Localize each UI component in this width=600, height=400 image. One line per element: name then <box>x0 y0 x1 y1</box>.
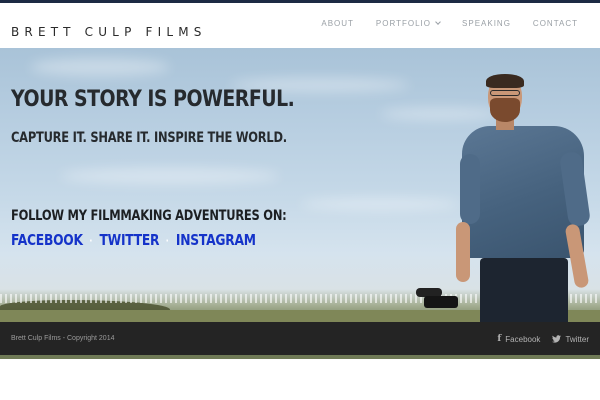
hero-banner: YOUR STORY IS POWERFUL. CAPTURE IT. SHAR… <box>0 48 600 322</box>
nav-item-about[interactable]: ABOUT <box>321 19 354 28</box>
sky-cloud <box>60 168 280 184</box>
main-nav: ABOUT PORTFOLIO SPEAKING CONTACT <box>321 19 578 28</box>
facebook-icon: f <box>497 334 502 344</box>
filmmaker-photo <box>416 74 600 322</box>
person-forearm <box>456 222 470 282</box>
twitter-icon <box>552 335 562 343</box>
glasses-icon <box>490 90 520 96</box>
facebook-link[interactable]: FACEBOOK <box>11 231 83 249</box>
person-hair <box>486 74 524 88</box>
footer-link-label: Twitter <box>565 334 589 344</box>
hero-social-links: FACEBOOK · TWITTER · INSTAGRAM <box>11 231 256 249</box>
camera-icon <box>416 288 466 310</box>
copyright-text: Brett Culp Films - Copyright 2014 <box>11 335 115 342</box>
person-beard <box>490 98 520 122</box>
twitter-link[interactable]: TWITTER <box>99 231 159 249</box>
nav-item-label: SPEAKING <box>462 19 511 28</box>
site-logo[interactable]: BRETT CULP FILMS <box>11 25 207 39</box>
sky-cloud <box>300 198 460 210</box>
link-separator: · <box>165 232 170 248</box>
nav-item-speaking[interactable]: SPEAKING <box>462 19 511 28</box>
sky-cloud <box>30 58 170 76</box>
hero-headline: YOUR STORY IS POWERFUL. <box>11 87 295 112</box>
chevron-down-icon <box>435 19 441 25</box>
footer-social-links: f Facebook Twitter <box>497 334 589 344</box>
nav-item-label: ABOUT <box>321 19 354 28</box>
nav-item-portfolio[interactable]: PORTFOLIO <box>375 19 441 28</box>
nav-item-label: PORTFOLIO <box>375 19 432 28</box>
hero-subline: CAPTURE IT. SHARE IT. INSPIRE THE WORLD. <box>11 130 287 146</box>
site-header: BRETT CULP FILMS ABOUT PORTFOLIO SPEAKIN… <box>0 3 600 48</box>
footer-facebook-link[interactable]: f Facebook <box>497 334 540 344</box>
person-arm <box>460 154 480 224</box>
footer-link-label: Facebook <box>505 334 541 344</box>
person-pants <box>480 258 568 322</box>
link-separator: · <box>89 232 93 248</box>
follow-text: FOLLOW MY FILMMAKING ADVENTURES ON: <box>11 208 287 224</box>
instagram-link[interactable]: INSTAGRAM <box>176 231 256 249</box>
camera-body <box>424 296 458 308</box>
footer-twitter-link[interactable]: Twitter <box>552 334 589 344</box>
site-footer: Brett Culp Films - Copyright 2014 f Face… <box>0 322 600 355</box>
nav-item-contact[interactable]: CONTACT <box>533 19 578 28</box>
nav-item-label: CONTACT <box>532 19 578 28</box>
footer-bottom-strip <box>0 355 600 359</box>
